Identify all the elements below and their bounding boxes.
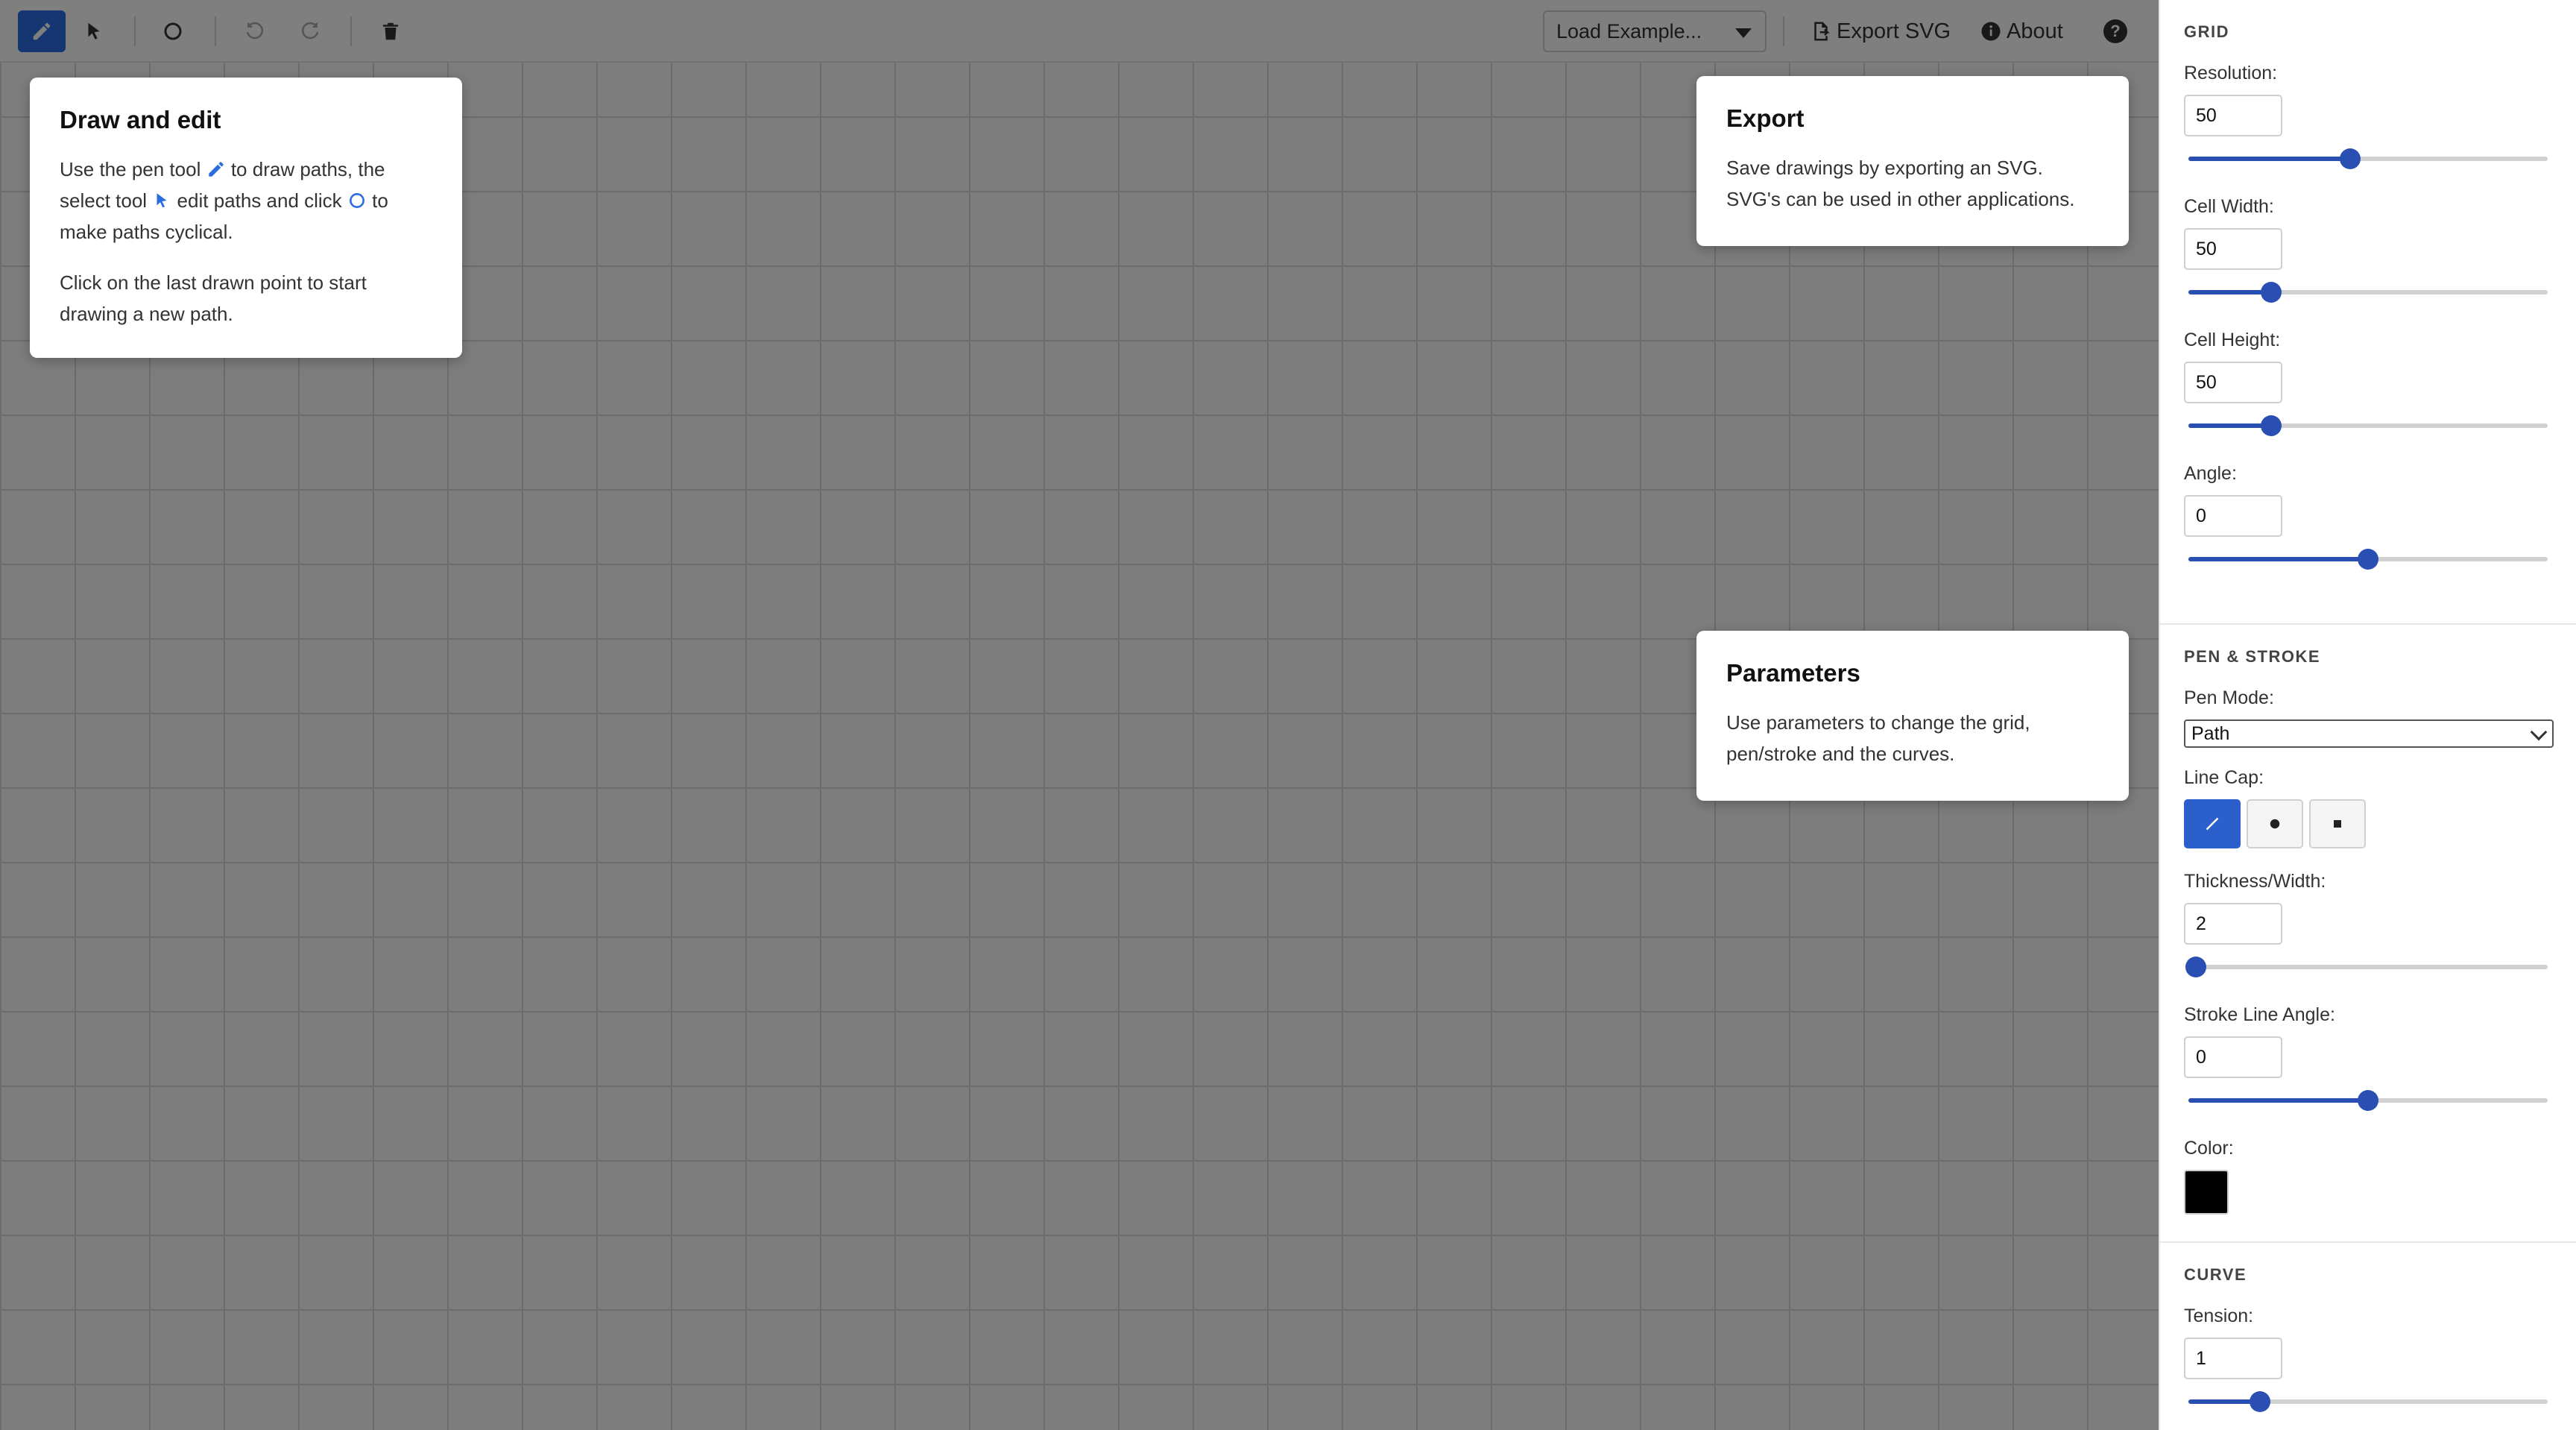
slider-fill (2188, 157, 2350, 161)
parameters-panel: GRID Resolution: 50 Cell Width: 50 Cell … (2159, 0, 2576, 1430)
cursor-icon (157, 193, 167, 208)
tension-input[interactable]: 1 (2184, 1338, 2282, 1379)
card-body: Save drawings by exporting an SVG. SVG's… (1726, 157, 2075, 210)
slider-thumb[interactable] (2260, 282, 2282, 303)
circle-icon (349, 193, 364, 208)
line-cap-round-button[interactable] (2247, 799, 2303, 848)
line-cap-square-button[interactable] (2309, 799, 2366, 848)
resolution-label: Resolution: (2184, 63, 2278, 84)
section-title: CURVE (2184, 1265, 2247, 1284)
slider-fill (2188, 557, 2368, 561)
pen-stroke-section: PEN & STROKE Pen Mode: Path Line Cap: Th… (2160, 623, 2576, 1241)
grid-section: GRID Resolution: 50 Cell Width: 50 Cell … (2160, 0, 2576, 623)
dot-icon (2270, 819, 2280, 829)
slider-fill (2188, 423, 2271, 428)
cell-width-input[interactable]: 50 (2184, 228, 2282, 270)
angle-label: Angle: (2184, 463, 2237, 484)
section-title: GRID (2184, 22, 2229, 41)
cell-height-label: Cell Height: (2184, 330, 2281, 350)
line-cap-butt-button[interactable] (2184, 799, 2241, 848)
tour-overlay[interactable]: Draw and edit Use the pen tool to draw p… (0, 0, 2159, 1430)
thickness-slider[interactable] (2184, 945, 2552, 988)
slider-thumb[interactable] (2358, 549, 2378, 570)
card-title: Parameters (1726, 659, 1860, 687)
slider-thumb[interactable] (2185, 957, 2206, 977)
stroke-angle-label: Stroke Line Angle: (2184, 1004, 2335, 1025)
tension-slider[interactable] (2184, 1379, 2552, 1423)
color-swatch[interactable] (2184, 1170, 2229, 1215)
line-cap-label: Line Cap: (2184, 767, 2264, 788)
square-icon (2334, 820, 2341, 828)
slider-track (2188, 965, 2548, 969)
thickness-input[interactable]: 2 (2184, 903, 2282, 945)
card-body: Use parameters to change the grid, pen/s… (1726, 711, 2030, 765)
card-title: Export (1726, 104, 1805, 132)
text: edit paths and click (177, 189, 342, 212)
color-label: Color: (2184, 1138, 2234, 1159)
slider-thumb[interactable] (2250, 1391, 2271, 1412)
angle-input[interactable]: 0 (2184, 495, 2282, 537)
slider-thumb[interactable] (2358, 1090, 2378, 1111)
text: Use the pen tool (60, 158, 201, 180)
diagonal-line-icon (2206, 817, 2219, 831)
cell-height-slider[interactable] (2184, 403, 2552, 447)
resolution-input[interactable]: 50 (2184, 95, 2282, 136)
pencil-icon (208, 162, 224, 177)
angle-slider[interactable] (2184, 537, 2552, 580)
stroke-angle-slider[interactable] (2184, 1078, 2552, 1121)
curve-section: CURVE Tension: 1 (2160, 1241, 2576, 1430)
tour-card-draw-edit: Draw and edit Use the pen tool to draw p… (30, 78, 462, 358)
pen-mode-value: Path (2191, 722, 2230, 744)
tour-card-parameters: Parameters Use parameters to change the … (1696, 631, 2129, 801)
slider-thumb[interactable] (2260, 415, 2282, 436)
card-title: Draw and edit (60, 106, 221, 133)
slider-fill (2188, 290, 2271, 294)
slider-thumb[interactable] (2339, 148, 2361, 169)
slider-fill (2188, 1098, 2368, 1103)
card-body: Use the pen tool to draw paths, the sele… (60, 154, 432, 248)
cell-height-input[interactable]: 50 (2184, 362, 2282, 403)
cell-width-slider[interactable] (2184, 270, 2552, 313)
thickness-label: Thickness/Width: (2184, 871, 2326, 892)
line-cap-group (2184, 799, 2552, 848)
resolution-slider[interactable] (2184, 136, 2552, 180)
tension-label: Tension: (2184, 1305, 2254, 1326)
card-body: Click on the last drawn point to start d… (60, 271, 367, 325)
stroke-angle-input[interactable]: 0 (2184, 1036, 2282, 1078)
pen-mode-select[interactable]: Path (2184, 719, 2554, 748)
pen-mode-label: Pen Mode: (2184, 687, 2274, 708)
cell-width-label: Cell Width: (2184, 196, 2274, 217)
tour-card-export: Export Save drawings by exporting an SVG… (1696, 76, 2129, 246)
chevron-down-icon (2530, 723, 2548, 741)
section-title: PEN & STROKE (2184, 647, 2321, 666)
